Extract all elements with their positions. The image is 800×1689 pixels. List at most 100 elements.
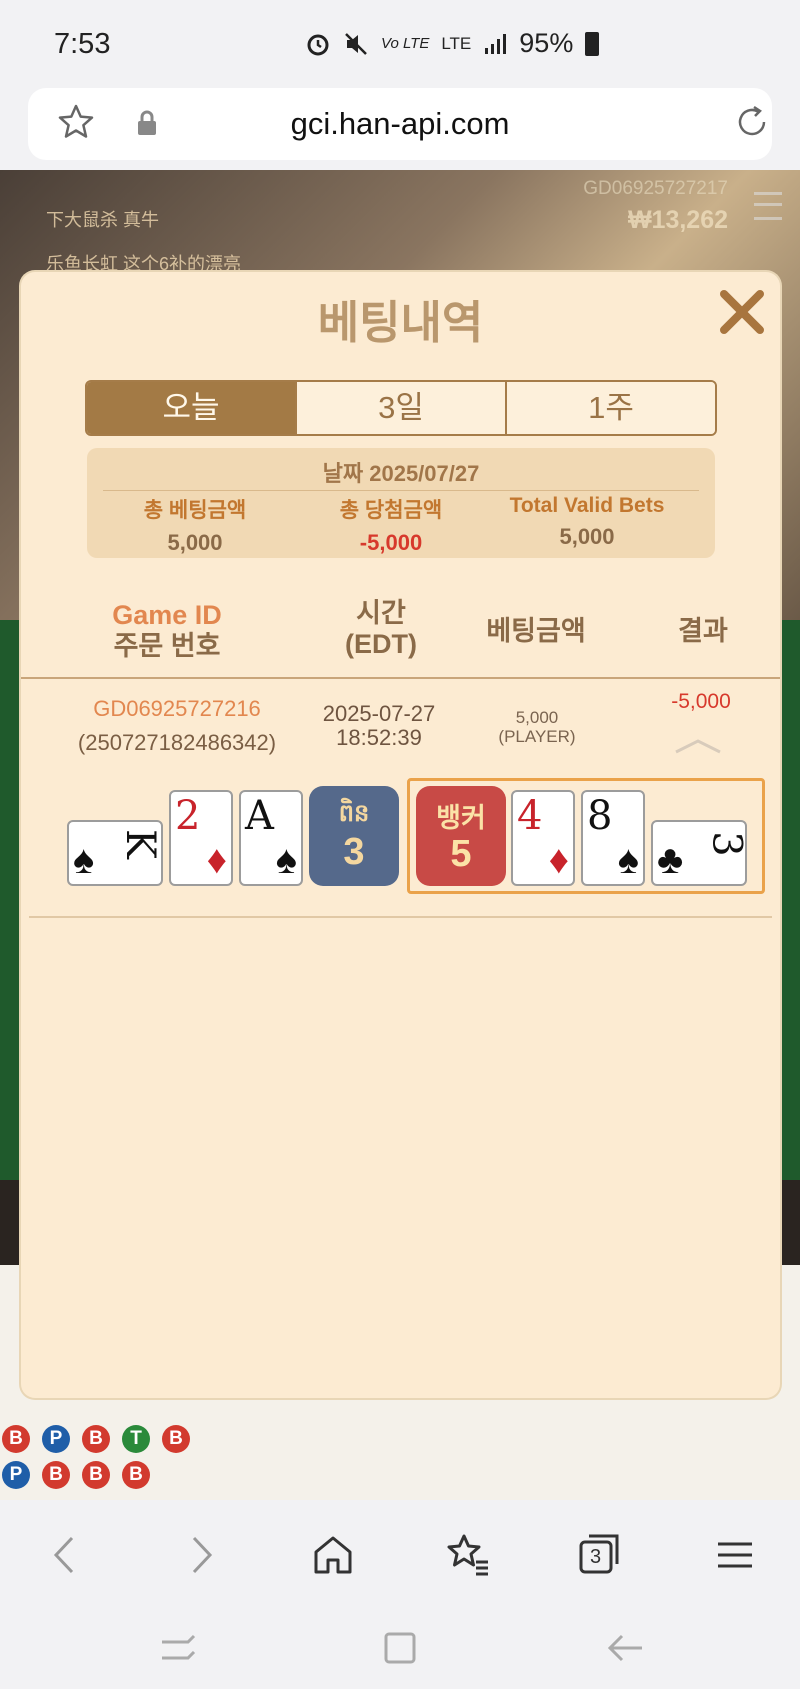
- header-amount: 베팅금액: [486, 616, 586, 646]
- spade-icon: ♠: [275, 838, 297, 882]
- alarm-icon: [307, 34, 329, 55]
- header-order-label: 주문 번호: [113, 631, 221, 661]
- url-text[interactable]: gci.han-api.com: [28, 106, 772, 142]
- header-game-id: Game ID 주문 번호: [47, 600, 287, 662]
- valid-bets-value: 5,000: [559, 524, 615, 549]
- battery-percent: 95%: [519, 28, 574, 58]
- home-button-icon[interactable]: [380, 1628, 420, 1668]
- row-amount: 5,000 (PLAYER): [457, 708, 617, 746]
- chevron-up-icon[interactable]: [674, 738, 722, 754]
- summary-panel: 날짜 2025/07/27 총 베팅금액 5,000 총 당첨금액 -5,000…: [87, 448, 715, 558]
- tabs-icon[interactable]: 3: [575, 1530, 625, 1580]
- menu-icon[interactable]: [710, 1530, 760, 1580]
- road-bead: T: [122, 1425, 150, 1453]
- volte-indicator: Vo LTE: [381, 35, 430, 52]
- chat-line: 下大鼠杀 真牛: [46, 210, 160, 230]
- player-card-2: 2 ♦: [169, 790, 233, 886]
- forward-icon[interactable]: [176, 1530, 226, 1580]
- road-bead: P: [42, 1425, 70, 1453]
- card-rank: 3: [703, 831, 747, 857]
- diamond-icon: ♦: [206, 838, 227, 882]
- period-tabs: 오늘 3일 1주: [85, 380, 717, 436]
- valid-bets-summary: Total Valid Bets 5,000: [487, 494, 687, 550]
- bookmarks-icon[interactable]: [442, 1530, 492, 1580]
- home-icon[interactable]: [308, 1530, 358, 1580]
- card-rank: A: [245, 793, 274, 839]
- battery-icon: [585, 31, 600, 56]
- network-indicator: LTE: [441, 33, 472, 53]
- status-icons: Vo LTE LTE 95%: [305, 28, 600, 59]
- row-amount-value: 5,000: [515, 708, 559, 727]
- tab-today[interactable]: 오늘: [87, 382, 297, 434]
- modal-title: 베팅내역: [317, 297, 484, 348]
- total-win-summary: 총 당첨금액 -5,000: [291, 494, 491, 556]
- player-card-3: A ♠: [239, 790, 303, 886]
- divider: [29, 916, 772, 918]
- tab-1-week[interactable]: 1주: [507, 382, 715, 434]
- divider: [21, 677, 780, 679]
- road-bead: P: [2, 1461, 30, 1489]
- club-icon: ♣: [657, 838, 684, 882]
- spade-icon: ♠: [617, 838, 639, 882]
- close-icon[interactable]: [716, 286, 768, 338]
- system-back-icon[interactable]: [606, 1628, 646, 1668]
- tab-count: 3: [590, 1546, 602, 1568]
- card-rank: 8: [587, 793, 613, 839]
- background-game-id: GD06925727217: [583, 178, 728, 199]
- row-clock: 18:52:39: [336, 725, 422, 750]
- browser-nav-bar: 3: [0, 1500, 800, 1689]
- row-result: -5,000: [671, 690, 731, 713]
- road-bead: B: [2, 1425, 30, 1453]
- reload-icon[interactable]: [732, 102, 772, 142]
- total-win-label: 총 당첨금액: [339, 499, 443, 522]
- menu-icon[interactable]: [754, 192, 782, 220]
- player-score-box: ពិន 3: [309, 786, 399, 886]
- background-balance: ₩13,262: [627, 206, 728, 234]
- total-bet-value: 5,000: [167, 530, 223, 555]
- mute-icon: [345, 32, 367, 55]
- row-bet-side: (PLAYER): [498, 727, 576, 746]
- total-bet-summary: 총 베팅금액 5,000: [95, 494, 295, 556]
- banker-score-box: 뱅커 5: [416, 786, 506, 886]
- header-time-label: 시간: [356, 598, 406, 628]
- divider: [103, 490, 699, 491]
- row-order-number: (250727182486342): [77, 730, 277, 755]
- address-bar[interactable]: gci.han-api.com: [28, 88, 772, 160]
- banker-card-1: 4 ♦: [511, 790, 575, 886]
- player-card-1: K ♠: [67, 820, 163, 886]
- banker-card-2: 8 ♠: [581, 790, 645, 886]
- total-win-value: -5,000: [359, 530, 423, 555]
- road-bead: B: [82, 1425, 110, 1453]
- row-game-id[interactable]: GD06925727216: [47, 696, 307, 722]
- card-rank: K: [117, 829, 163, 859]
- diamond-icon: ♦: [548, 838, 569, 882]
- banker-score-value: 5: [450, 833, 472, 875]
- back-icon[interactable]: [40, 1530, 90, 1580]
- road-bead: B: [162, 1425, 190, 1453]
- bet-history-modal: 베팅내역 오늘 3일 1주 날짜 2025/07/27 총 베팅금액 5,000…: [21, 272, 780, 1398]
- card-rank: 2: [175, 793, 201, 839]
- player-score-label: ពិន: [338, 800, 370, 827]
- spade-icon: ♠: [73, 838, 95, 882]
- header-game-id-label: Game ID: [112, 600, 222, 630]
- header-time: 시간 (EDT): [301, 598, 461, 660]
- status-time: 7:53: [54, 28, 111, 60]
- banker-score-label: 뱅커: [436, 803, 486, 833]
- card-rank: 4: [517, 793, 543, 839]
- valid-bets-label: Total Valid Bets: [509, 494, 665, 517]
- status-bar: 7:53 Vo LTE LTE 95%: [0, 0, 800, 86]
- signal-icon: [485, 33, 507, 54]
- summary-date: 날짜 2025/07/27: [322, 461, 480, 486]
- tab-3-days[interactable]: 3일: [297, 382, 507, 434]
- road-bead: B: [82, 1461, 110, 1489]
- total-bet-label: 총 베팅금액: [143, 499, 247, 522]
- player-score-value: 3: [343, 831, 365, 873]
- road-bead: B: [42, 1461, 70, 1489]
- banker-card-3: 3 ♣: [651, 820, 747, 886]
- header-result: 결과: [678, 616, 728, 646]
- row-time: 2025-07-27 18:52:39: [289, 702, 469, 750]
- header-timezone-label: (EDT): [345, 629, 417, 659]
- row-date: 2025-07-27: [322, 701, 436, 726]
- recent-apps-icon[interactable]: [158, 1628, 198, 1668]
- road-bead: B: [122, 1461, 150, 1489]
